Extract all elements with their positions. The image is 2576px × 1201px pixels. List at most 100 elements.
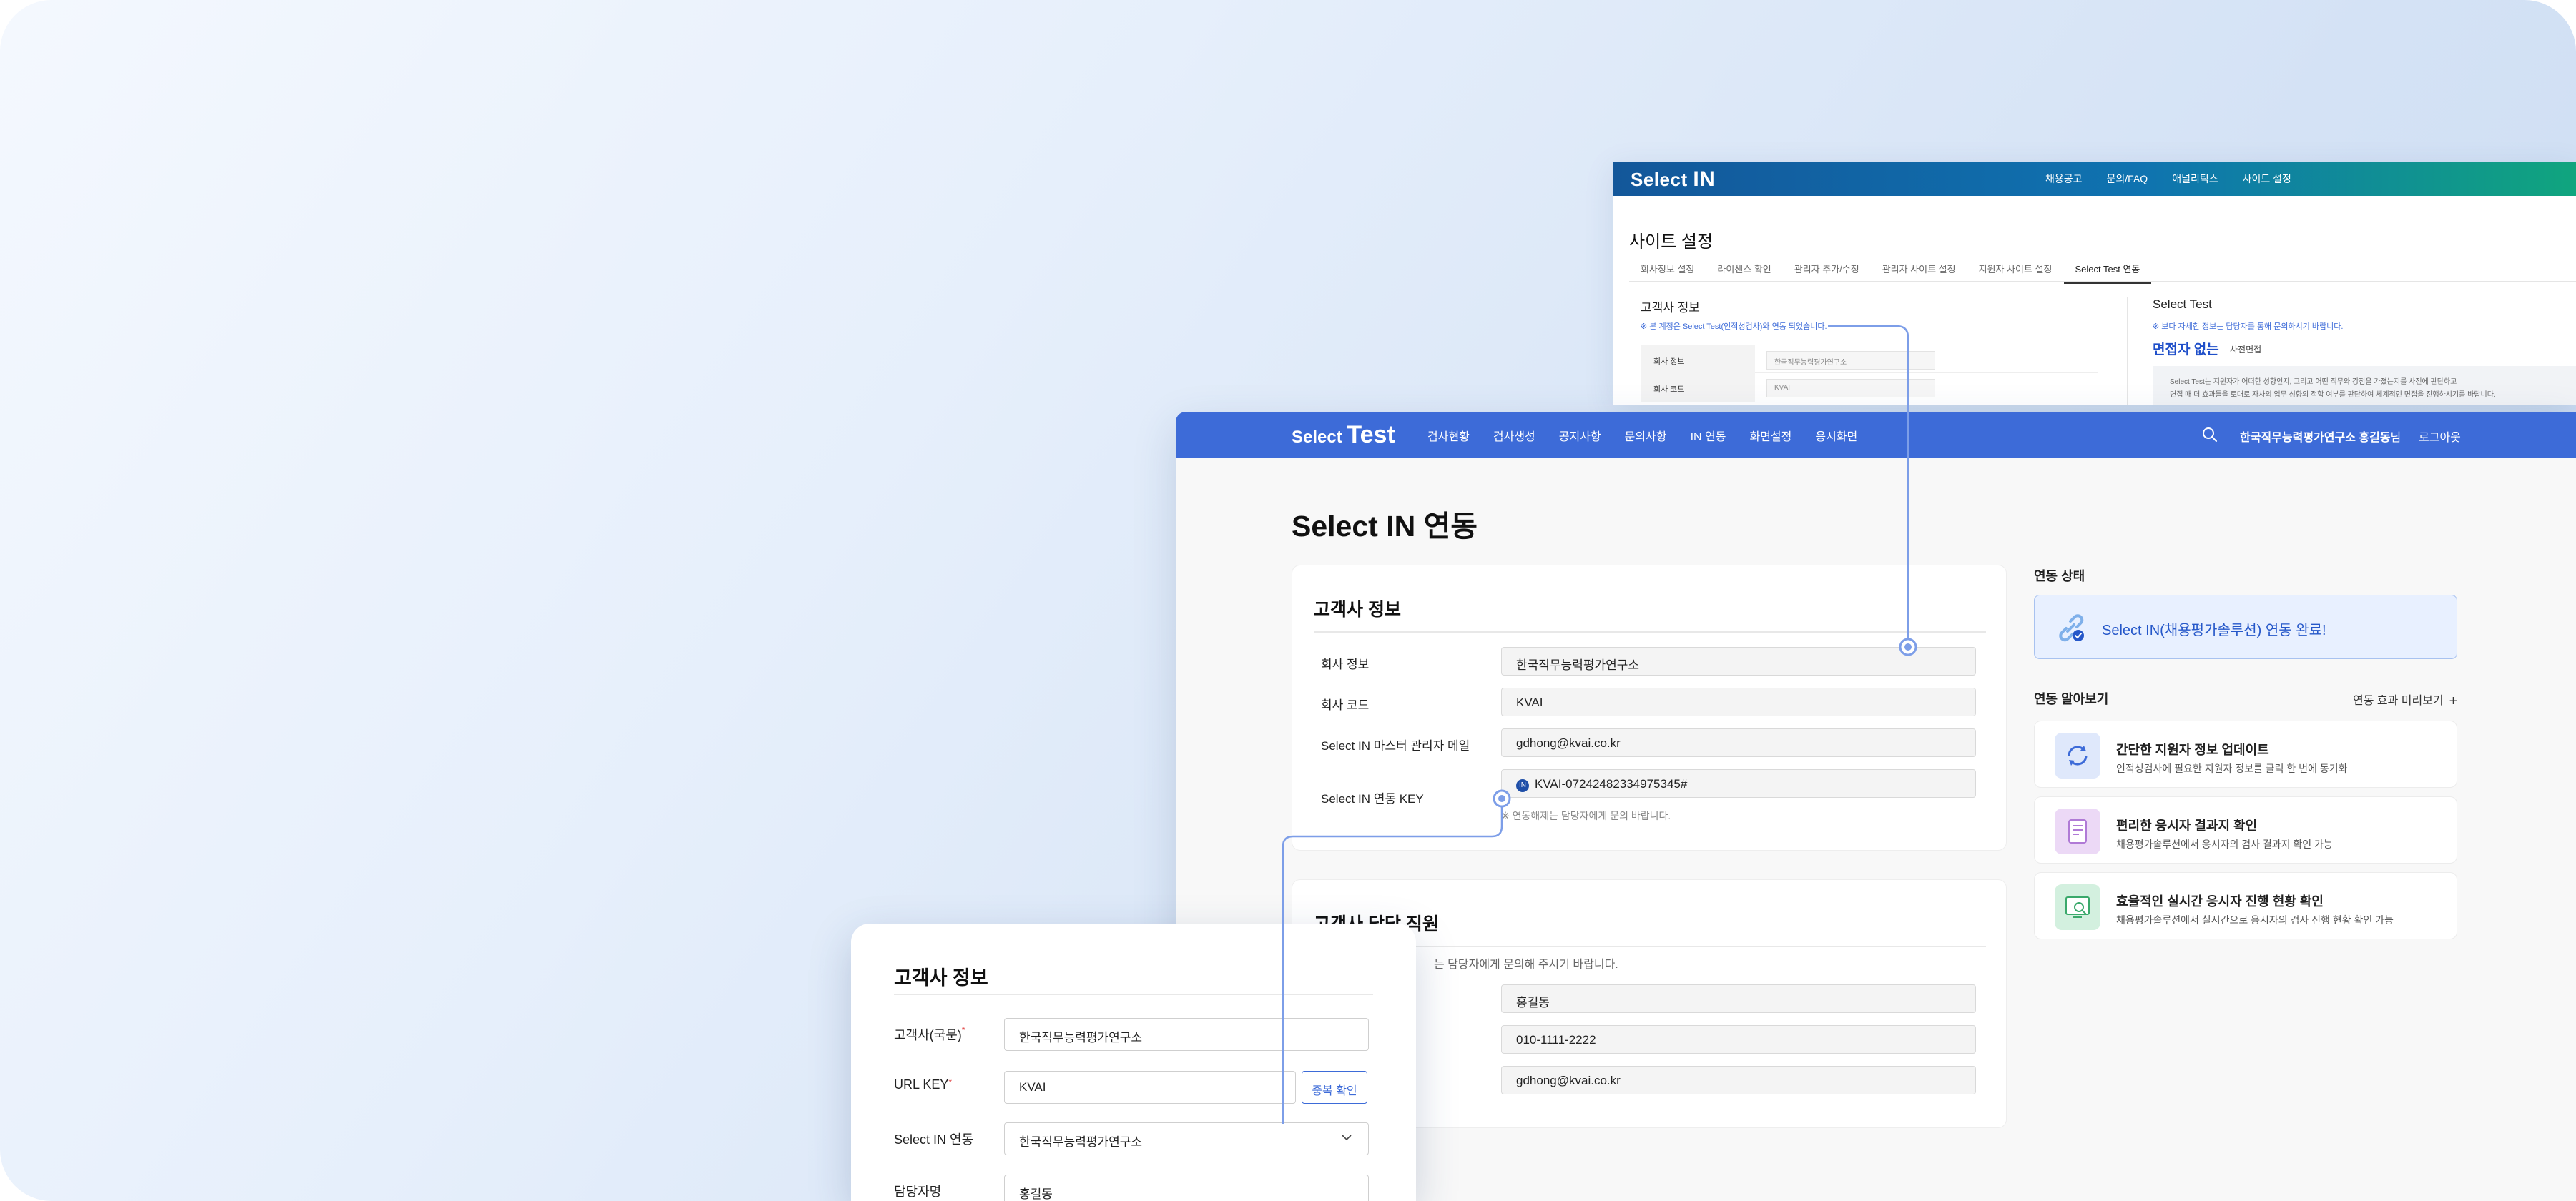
description-line: 면접 때 더 효과들을 토대로 자사의 업무 성향의 적합 여부를 판단하여 체… xyxy=(2170,391,2496,399)
nav-item-analytics[interactable]: 애널리틱스 xyxy=(2172,172,2218,186)
user-info: 한국직무능력평가연구소 홍길동님 xyxy=(2240,427,2401,445)
divider xyxy=(1314,631,1986,633)
section-heading: 고객사 정보 xyxy=(1641,301,1700,315)
customer-form-card: 고객사 정보 고객사(국문)* 한국직무능력평가연구소 URL KEY* KVA… xyxy=(851,924,1416,1201)
tab-admin-edit[interactable]: 관리자 추가/수정 xyxy=(1783,256,1871,284)
table-row: 회사 코드 KVAI xyxy=(1641,373,2098,402)
link-key-value: KVAI-07242482334975345# xyxy=(1535,777,1688,791)
card-heading: 고객사 정보 xyxy=(894,967,988,989)
section-heading: Select Test xyxy=(2153,297,2212,311)
nav-item-in-link[interactable]: IN 연동 xyxy=(1691,427,1726,444)
tab-license[interactable]: 라이센스 확인 xyxy=(1706,256,1782,284)
preview-heading: 연동 알아보기 xyxy=(2034,692,2109,706)
staff-email-field: gdhong@kvai.co.kr xyxy=(1501,1066,1976,1094)
tab-select-test-link[interactable]: Select Test 연동 xyxy=(2063,256,2152,284)
search-icon[interactable] xyxy=(2201,426,2218,443)
select-test-logo[interactable]: Select Test xyxy=(1292,421,1395,449)
field-label: Select IN 연동 KEY xyxy=(1321,792,1424,806)
description-line: Select Test는 지원자가 어떠한 성향인지, 그리고 어떤 직무와 강… xyxy=(2170,378,2457,386)
field-label-text: URL KEY xyxy=(894,1077,949,1092)
main-nav: 검사현황 검사생성 공지사항 문의사항 IN 연동 화면설정 응시화면 xyxy=(1427,412,1857,458)
select-in-logo[interactable]: Select IN xyxy=(1631,167,1715,192)
status-text: Select IN(채용평가솔루션) 연동 완료! xyxy=(2102,623,2326,638)
user-org: 한국직무능력평가연구소 xyxy=(2240,432,2356,444)
nav-item-jobs[interactable]: 채용공고 xyxy=(2045,172,2083,186)
logo-text: Select xyxy=(1631,169,1688,190)
nav-item-create-test[interactable]: 검사생성 xyxy=(1493,427,1535,444)
nav-item-inquiries[interactable]: 문의사항 xyxy=(1625,427,1667,444)
company-info-field: 한국직무능력평가연구소 xyxy=(1501,647,1976,676)
logout-button[interactable]: 로그아웃 xyxy=(2419,427,2461,445)
field-label: Select IN 연동 xyxy=(894,1132,974,1147)
preview-subtitle: 채용평가솔루션에서 응시자의 검사 결과지 확인 가능 xyxy=(2116,839,2333,850)
table-row: 회사 정보 한국직무능력평가연구소 xyxy=(1641,345,2098,374)
nav-item-notices[interactable]: 공지사항 xyxy=(1559,427,1601,444)
highlight-title: 면접자 없는 xyxy=(2153,342,2219,357)
plus-icon: + xyxy=(2449,693,2458,709)
section-note: ※ 본 계정은 Select Test(인적성검사)와 연동 되었습니다. xyxy=(1641,322,1827,331)
logo-text: Select xyxy=(1292,427,1342,447)
nav-item-site-settings[interactable]: 사이트 설정 xyxy=(2243,172,2291,186)
manager-name-input[interactable]: 홍길동 xyxy=(1004,1175,1369,1201)
preview-title: 효율적인 실시간 응시자 진행 현황 확인 xyxy=(2116,894,2324,909)
staff-name-field: 홍길동 xyxy=(1501,984,1976,1013)
description-box: Select Test는 지원자가 어떠한 성향인지, 그리고 어떤 직무와 강… xyxy=(2153,366,2576,405)
field-label: 회사 코드 xyxy=(1321,698,1370,712)
link-key-field: IN KVAI-07242482334975345# xyxy=(1501,769,1976,798)
nav-item-test-screen[interactable]: 응시화면 xyxy=(1815,427,1857,444)
preview-card: 간단한 지원자 정보 업데이트 인적성검사에 필요한 지원자 정보를 클릭 한 … xyxy=(2034,721,2457,788)
select-in-window: Select IN 채용공고 문의/FAQ 애널리틱스 사이트 설정 사이트 설… xyxy=(1613,162,2576,405)
url-key-input[interactable]: KVAI xyxy=(1004,1071,1296,1104)
required-mark: * xyxy=(948,1077,953,1087)
field-label: 고객사(국문)* xyxy=(894,1025,965,1044)
logo-big-text: IN xyxy=(1693,167,1716,191)
required-mark: * xyxy=(961,1025,965,1035)
top-header: Select Test 검사현황 검사생성 공지사항 문의사항 IN 연동 화면… xyxy=(1176,412,2576,458)
preview-subtitle: 채용평가솔루션에서 실시간으로 응시자의 검사 진행 현황 확인 가능 xyxy=(2116,914,2394,926)
tab-admin-site[interactable]: 관리자 사이트 설정 xyxy=(1871,256,1967,284)
divider xyxy=(2127,297,2128,405)
company-name-input[interactable]: 한국직무능력평가연구소 xyxy=(1004,1018,1369,1051)
select-in-link-select[interactable]: 한국직무능력평가연구소 xyxy=(1004,1122,1369,1155)
field-label: URL KEY* xyxy=(894,1077,952,1092)
field-label: 담당자명 xyxy=(894,1185,942,1199)
preview-more-link[interactable]: 연동 효과 미리보기 + xyxy=(2353,691,2457,710)
tab-applicant-site[interactable]: 지원자 사이트 설정 xyxy=(1967,256,2064,284)
card-heading: 고객사 정보 xyxy=(1314,600,1401,620)
link-status-box: Select IN(채용평가솔루션) 연동 완료! xyxy=(2034,595,2457,659)
chevron-down-icon xyxy=(1342,1135,1352,1141)
row-label: 회사 코드 xyxy=(1641,373,1755,402)
nav-item-test-status[interactable]: 검사현황 xyxy=(1427,427,1470,444)
divider xyxy=(1629,281,2576,282)
tab-bar: 회사정보 설정 라이센스 확인 관리자 추가/수정 관리자 사이트 설정 지원자… xyxy=(1629,256,2152,284)
card-note-text: 는 담당자에게 문의해 주시기 바랍니다. xyxy=(1434,959,1618,971)
nav-item-faq[interactable]: 문의/FAQ xyxy=(2107,172,2148,186)
master-email-field: gdhong@kvai.co.kr xyxy=(1501,728,1976,757)
duplicate-check-button[interactable]: 중복 확인 xyxy=(1302,1071,1367,1104)
link-check-icon xyxy=(2059,614,2084,642)
tab-company-info[interactable]: 회사정보 설정 xyxy=(1629,256,1706,284)
sync-icon xyxy=(2055,733,2100,779)
monitor-search-icon xyxy=(2055,884,2100,930)
status-heading: 연동 상태 xyxy=(2034,569,2085,583)
user-suffix: 님 xyxy=(2390,432,2402,444)
field-label: 회사 정보 xyxy=(1321,658,1370,671)
highlight-subtitle: 사전면접 xyxy=(2230,345,2262,355)
preview-card: 편리한 응시자 결과지 확인 채용평가솔루션에서 응시자의 검사 결과지 확인 … xyxy=(2034,796,2457,864)
nav-item-screen-settings[interactable]: 화면설정 xyxy=(1749,427,1791,444)
preview-more-label: 연동 효과 미리보기 xyxy=(2353,695,2444,707)
divider xyxy=(894,994,1373,995)
select-value: 한국직무능력평가연구소 xyxy=(1019,1135,1143,1149)
logo-big-text: Test xyxy=(1347,421,1395,448)
field-label-text: 고객사(국문) xyxy=(894,1028,962,1042)
user-name: 홍길동 xyxy=(2359,432,2391,444)
select-in-nav: 채용공고 문의/FAQ 애널리틱스 사이트 설정 xyxy=(2045,162,2291,196)
page-title: 사이트 설정 xyxy=(1629,232,1714,252)
section-note: ※ 보다 자세한 정보는 담당자를 통해 문의하시기 바랍니다. xyxy=(2153,322,2344,331)
key-note: ※ 연동해제는 담당자에게 문의 바랍니다. xyxy=(1501,810,1671,821)
select-in-header: Select IN 채용공고 문의/FAQ 애널리틱스 사이트 설정 xyxy=(1613,162,2576,196)
page-title: Select IN 연동 xyxy=(1292,510,1478,543)
customer-info-card: 고객사 정보 회사 정보 한국직무능력평가연구소 회사 코드 KVAI Sele… xyxy=(1292,565,2007,851)
staff-phone-field: 010-1111-2222 xyxy=(1501,1025,1976,1054)
company-code-field: KVAI xyxy=(1501,688,1976,716)
